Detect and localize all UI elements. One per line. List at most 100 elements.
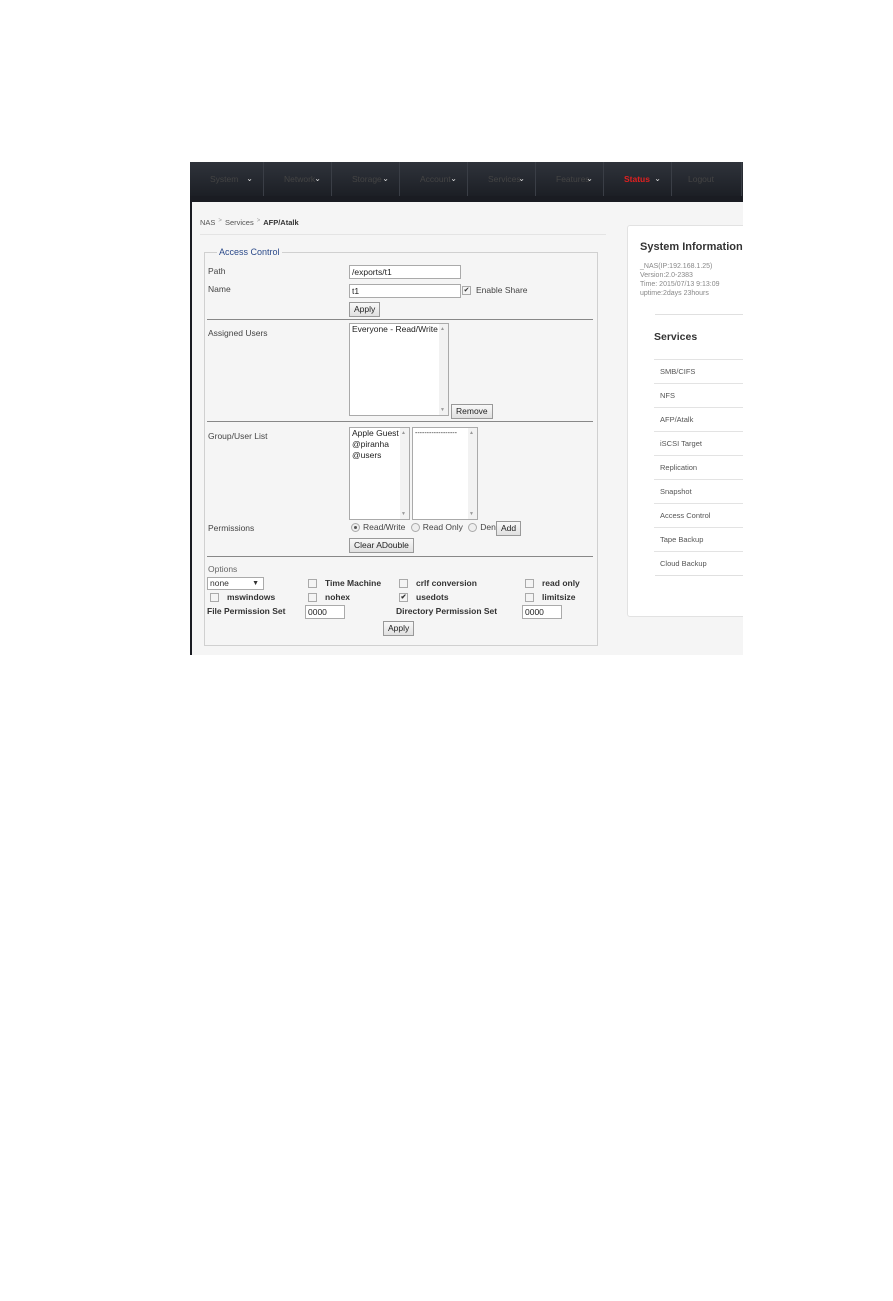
system-info-panel: System Information _NAS(IP:192.168.1.25)…	[627, 225, 743, 617]
checkbox-label: limitsize	[542, 592, 576, 602]
chevron-down-icon: ⌄	[586, 174, 593, 183]
list-item[interactable]: Everyone - Read/Write	[350, 324, 448, 335]
name-input[interactable]: t1	[349, 284, 461, 298]
add-button[interactable]: Add	[496, 521, 522, 536]
radio-icon	[410, 523, 420, 533]
name-label: Name	[208, 284, 231, 294]
access-control-panel: Access Control Path /exports/t1 Name t1 …	[204, 247, 598, 646]
scrollbar[interactable]: ▲ ▼	[400, 428, 409, 519]
file-permission-input[interactable]: 0000	[305, 605, 345, 619]
checkbox-label: mswindows	[227, 592, 276, 602]
divider	[207, 319, 593, 320]
nav-status[interactable]: Status ⌄	[604, 162, 672, 196]
chevron-down-icon: ⌄	[518, 174, 525, 183]
service-item-snapshot[interactable]: Snapshot	[654, 479, 743, 503]
checkbox-icon	[308, 579, 317, 589]
nohex-checkbox[interactable]: nohex	[308, 592, 351, 603]
read-only-checkbox[interactable]: read only	[525, 578, 580, 589]
selected-list[interactable]: ------------------ ▲ ▼	[412, 427, 478, 520]
nav-services[interactable]: Services ⌄	[468, 162, 536, 196]
apply-share-button[interactable]: Apply	[349, 302, 381, 317]
scroll-up-icon[interactable]: ▲	[401, 430, 406, 436]
scroll-down-icon[interactable]: ▼	[469, 511, 474, 517]
radio-read-only[interactable]: Read Only	[410, 522, 463, 533]
radio-selected-icon	[351, 523, 360, 533]
remove-button[interactable]: Remove	[451, 404, 493, 419]
directory-permission-label: Directory Permission Set	[396, 606, 498, 616]
divider	[207, 421, 593, 422]
checkbox-icon	[399, 579, 408, 589]
radio-label: Read Only	[422, 522, 463, 532]
usedots-checkbox[interactable]: ✔ usedots	[399, 592, 449, 603]
service-item-afp[interactable]: AFP/Atalk	[654, 407, 743, 431]
chevron-down-icon: ⌄	[382, 174, 389, 183]
service-item-tape-backup[interactable]: Tape Backup	[654, 527, 743, 551]
chevron-down-icon: ⌄	[246, 174, 253, 183]
path-input[interactable]: /exports/t1	[349, 265, 461, 279]
checkbox-icon	[308, 593, 317, 603]
nav-label: Network	[284, 174, 316, 184]
divider	[655, 575, 743, 576]
checkbox-icon	[210, 593, 219, 603]
scroll-up-icon[interactable]: ▲	[440, 326, 445, 332]
access-control-legend: Access Control	[217, 247, 282, 257]
radio-read-write[interactable]: Read/Write	[351, 522, 406, 533]
assigned-users-label: Assigned Users	[208, 328, 268, 338]
clear-adouble-button[interactable]: Clear ADouble	[349, 538, 414, 553]
nav-storage[interactable]: Storage ⌄	[332, 162, 400, 196]
chevron-down-icon: ⌄	[450, 174, 457, 183]
service-item-cloud-backup[interactable]: Cloud Backup	[654, 551, 743, 575]
breadcrumb-current: AFP/Atalk	[263, 218, 299, 227]
service-item-iscsi[interactable]: iSCSI Target	[654, 431, 743, 455]
system-info-line: Version:2.0-2383	[640, 272, 693, 279]
scroll-up-icon[interactable]: ▲	[469, 430, 474, 436]
scroll-down-icon[interactable]: ▼	[440, 407, 445, 413]
nav-logout[interactable]: Logout	[672, 162, 742, 196]
apply-options-button[interactable]: Apply	[383, 621, 415, 636]
breadcrumb-nas[interactable]: NAS	[200, 218, 215, 227]
dropdown-arrow-icon: ▼	[252, 580, 259, 587]
nav-system[interactable]: System ⌄	[190, 162, 264, 196]
breadcrumb-services[interactable]: Services	[225, 218, 254, 227]
enable-share-label: Enable Share	[476, 285, 528, 295]
enable-share-checkbox[interactable]: ✔ Enable Share	[462, 285, 528, 296]
nav-account[interactable]: Account ⌄	[400, 162, 468, 196]
checkbox-label: read only	[542, 578, 580, 588]
nav-features[interactable]: Features ⌄	[536, 162, 604, 196]
service-item-access-control[interactable]: Access Control	[654, 503, 743, 527]
checkbox-label: nohex	[325, 592, 351, 602]
assigned-users-list[interactable]: Everyone - Read/Write ▲ ▼	[349, 323, 449, 416]
nav-label: Status	[624, 174, 650, 184]
checkbox-label: usedots	[416, 592, 449, 602]
service-item-smb[interactable]: SMB/CIFS	[654, 359, 743, 383]
breadcrumb-separator-icon: >	[256, 218, 261, 224]
group-user-list[interactable]: Apple Guest @piranha @users ▲ ▼	[349, 427, 410, 520]
divider	[200, 234, 606, 235]
checkbox-icon	[525, 579, 534, 589]
directory-permission-input[interactable]: 0000	[522, 605, 562, 619]
top-nav: System ⌄ Network ⌄ Storage ⌄ Account ⌄ Servi…	[190, 162, 743, 196]
permissions-radio-group: Read/Write Read Only Deny	[351, 522, 500, 533]
radio-label: Read/Write	[363, 522, 406, 532]
service-item-nfs[interactable]: NFS	[654, 383, 743, 407]
scrollbar[interactable]: ▲ ▼	[439, 324, 448, 415]
mswindows-checkbox[interactable]: mswindows	[210, 592, 276, 603]
nav-network[interactable]: Network ⌄	[264, 162, 332, 196]
scroll-down-icon[interactable]: ▼	[401, 511, 406, 517]
crlf-conversion-checkbox[interactable]: crlf conversion	[399, 578, 477, 589]
checkbox-icon	[525, 593, 534, 603]
checkbox-label: Time Machine	[325, 578, 382, 588]
scrollbar[interactable]: ▲ ▼	[468, 428, 477, 519]
time-machine-checkbox[interactable]: Time Machine	[308, 578, 382, 589]
group-user-list-label: Group/User List	[208, 431, 268, 441]
main-content: NAS > Services > AFP/Atalk Access Control Pa…	[192, 202, 743, 655]
checkbox-checked-icon: ✔	[399, 593, 408, 603]
limitsize-checkbox[interactable]: limitsize	[525, 592, 576, 603]
nav-label: Services	[488, 174, 521, 184]
service-item-replication[interactable]: Replication	[654, 455, 743, 479]
divider	[207, 556, 593, 557]
options-select[interactable]: none ▼	[207, 577, 264, 590]
nav-label: Account	[420, 174, 451, 184]
nav-label: Storage	[352, 174, 382, 184]
divider	[655, 314, 743, 315]
